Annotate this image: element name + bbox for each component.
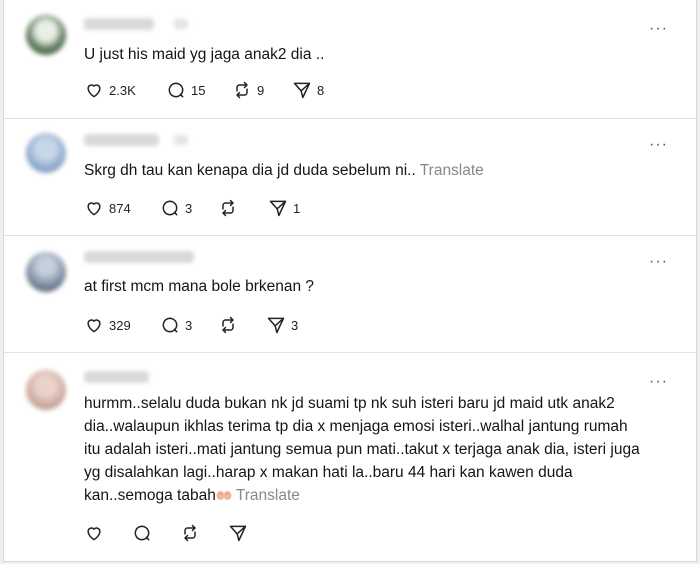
- translate-link[interactable]: Translate: [420, 162, 484, 179]
- more-options-button[interactable]: ···: [649, 374, 668, 390]
- reply-post-2: ··· Skrg dh tau kan kenapa dia jd duda s…: [4, 118, 696, 236]
- like-count: 2.3K: [109, 82, 136, 98]
- repost-icon: [222, 316, 234, 334]
- reply-button[interactable]: 3: [160, 198, 192, 218]
- heart-icon: [87, 319, 101, 333]
- share-icon: [229, 525, 247, 542]
- more-options-button[interactable]: ···: [649, 21, 668, 37]
- like-button[interactable]: [84, 523, 104, 543]
- repost-button[interactable]: [218, 315, 238, 335]
- share-icon: [269, 200, 287, 217]
- heart-icon: [87, 527, 101, 541]
- share-button[interactable]: 3: [266, 315, 298, 335]
- share-icon: [267, 317, 285, 334]
- post-text: at first mcm mana bole brkenan ?: [84, 278, 315, 295]
- post-text: U just his maid yg jaga anak2 dia ..: [84, 46, 325, 63]
- like-button[interactable]: 874: [84, 198, 131, 218]
- reply-button[interactable]: [132, 523, 152, 543]
- repost-icon: [184, 524, 196, 542]
- share-count: 1: [293, 200, 301, 216]
- username-blurred[interactable]: [84, 18, 154, 30]
- thread-replies: ··· U just his maid yg jaga anak2 dia ..…: [3, 0, 697, 562]
- reply-button[interactable]: 15: [166, 80, 205, 100]
- translate-link[interactable]: Translate: [236, 487, 300, 504]
- share-button[interactable]: [228, 523, 248, 543]
- repost-button[interactable]: [218, 198, 238, 218]
- reply-count: 3: [185, 200, 193, 216]
- comment-icon: [134, 525, 150, 541]
- reply-count: 3: [185, 317, 193, 333]
- like-button[interactable]: 2.3K: [84, 80, 136, 100]
- repost-button[interactable]: 9: [232, 80, 264, 100]
- post-text-line-last: kan..semoga tabah Translate: [84, 487, 300, 504]
- reply-post-4: ··· hurmm..selalu duda bukan nk jd suami…: [4, 352, 696, 562]
- post-text: hurmm..selalu duda bukan nk jd suami tp …: [84, 392, 666, 507]
- action-bar: [84, 523, 284, 543]
- more-options-button[interactable]: ···: [649, 137, 668, 153]
- reply-button[interactable]: 3: [160, 315, 192, 335]
- comment-icon: [168, 82, 184, 98]
- hands-emoji: [216, 491, 232, 500]
- like-count: 329: [109, 317, 131, 333]
- reply-count: 15: [191, 82, 206, 98]
- username-blurred[interactable]: [84, 251, 194, 263]
- username-blurred[interactable]: [84, 371, 149, 383]
- repost-button[interactable]: [180, 523, 200, 543]
- share-count: 3: [291, 317, 299, 333]
- post-text: Skrg dh tau kan kenapa dia jd duda sebel…: [84, 162, 484, 179]
- like-count: 874: [109, 200, 131, 216]
- action-bar: 874 3 1: [84, 198, 384, 218]
- action-bar: 2.3K 15 9 8: [84, 80, 384, 100]
- timestamp-blurred: [174, 135, 188, 145]
- more-options-button[interactable]: ···: [649, 254, 668, 270]
- share-icon: [293, 82, 311, 99]
- comment-icon: [162, 317, 178, 333]
- timestamp-blurred: [174, 19, 188, 29]
- comment-icon: [162, 200, 178, 216]
- post-text-line: yg disalahkan lagi..harap x makan hati l…: [84, 464, 573, 481]
- post-text-line: itu adalah isteri..mati jantung semua pu…: [84, 441, 640, 458]
- repost-count: 9: [257, 82, 265, 98]
- post-text-line: hurmm..selalu duda bukan nk jd suami tp …: [84, 395, 615, 412]
- username-blurred[interactable]: [84, 134, 159, 146]
- reply-post-1: ··· U just his maid yg jaga anak2 dia ..…: [4, 0, 696, 119]
- share-count: 8: [317, 82, 325, 98]
- repost-icon: [236, 81, 248, 99]
- action-bar: 329 3 3: [84, 315, 384, 335]
- avatar[interactable]: [26, 133, 66, 173]
- avatar[interactable]: [26, 252, 66, 292]
- heart-icon: [87, 84, 101, 98]
- post-text-line: dia..walaupun ikhlas terima tp dia x men…: [84, 418, 628, 435]
- reply-post-3: ··· at first mcm mana bole brkenan ? 329…: [4, 235, 696, 353]
- avatar[interactable]: [26, 370, 66, 410]
- share-button[interactable]: 1: [268, 198, 300, 218]
- heart-icon: [87, 202, 101, 216]
- share-button[interactable]: 8: [292, 80, 324, 100]
- repost-icon: [222, 199, 234, 217]
- like-button[interactable]: 329: [84, 315, 131, 335]
- avatar[interactable]: [26, 15, 66, 55]
